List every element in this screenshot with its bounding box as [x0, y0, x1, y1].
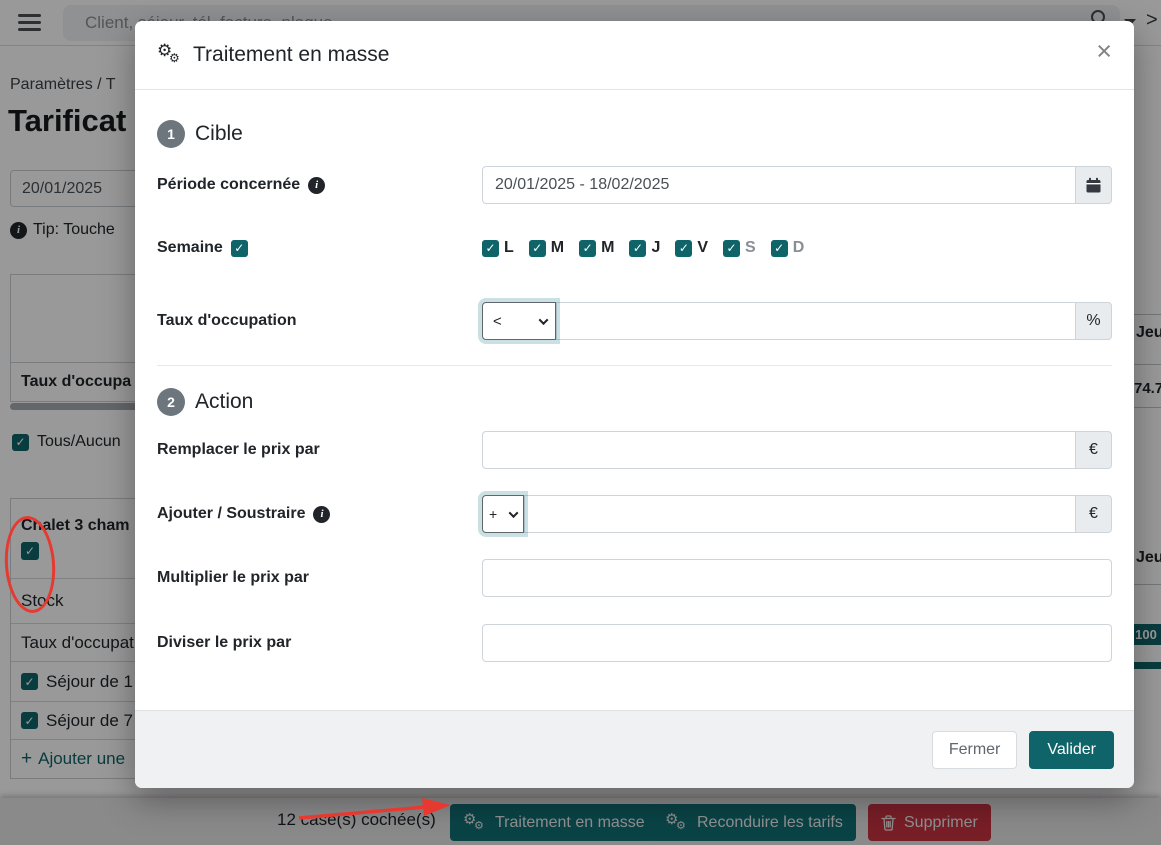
modal-footer: Fermer Valider [135, 710, 1134, 788]
multiplier-row: Multiplier le prix par [157, 559, 1112, 597]
diviser-label: Diviser le prix par [157, 634, 291, 652]
gears-icon: ⚙⚙ [157, 44, 184, 66]
semaine-label: Semaine [157, 239, 223, 257]
day-checkbox-M1[interactable] [529, 240, 546, 257]
ajouter-input[interactable] [524, 495, 1076, 533]
periode-label: Période concernée [157, 176, 300, 194]
close-icon[interactable]: × [1096, 38, 1112, 65]
weekday-checkbox-group: L M M J V S D [482, 239, 804, 257]
day-checkbox-J[interactable] [629, 240, 646, 257]
chevron-down-icon [539, 315, 549, 325]
periode-row: Période concernée i [157, 166, 1112, 204]
day-checkbox-D[interactable] [771, 240, 788, 257]
info-icon: i [313, 506, 330, 523]
section-number-badge: 2 [157, 388, 185, 416]
remplacer-input[interactable] [482, 431, 1076, 469]
section-action-heading: 2 Action [157, 388, 253, 416]
day-checkbox-V[interactable] [675, 240, 692, 257]
valider-button[interactable]: Valider [1029, 731, 1114, 769]
semaine-row: Semaine L M M J V S D [157, 229, 1112, 267]
screen: > Paramètres / T Tarificat i Tip: Touche… [0, 0, 1161, 845]
section-title: Action [195, 390, 253, 414]
euro-suffix: € [1075, 431, 1112, 469]
info-icon: i [308, 177, 325, 194]
remplacer-label: Remplacer le prix par [157, 441, 320, 459]
periode-input[interactable] [482, 166, 1076, 204]
diviser-row: Diviser le prix par [157, 624, 1112, 662]
ajouter-operator-select[interactable]: + [482, 495, 524, 533]
modal-header: ⚙⚙ Traitement en masse × [135, 21, 1134, 90]
ajouter-row: Ajouter / Soustraire i + € [157, 495, 1112, 533]
taux-label: Taux d'occupation [157, 312, 297, 330]
chevron-down-icon [509, 508, 519, 518]
euro-suffix: € [1075, 495, 1112, 533]
day-checkbox-M2[interactable] [579, 240, 596, 257]
multiplier-label: Multiplier le prix par [157, 569, 309, 587]
taux-operator-select[interactable]: < [482, 302, 556, 340]
day-checkbox-S[interactable] [723, 240, 740, 257]
remplacer-row: Remplacer le prix par € [157, 431, 1112, 469]
taux-value-input[interactable] [556, 302, 1076, 340]
fermer-button[interactable]: Fermer [932, 731, 1018, 769]
taux-row: Taux d'occupation < % [157, 302, 1112, 340]
section-divider [157, 365, 1112, 366]
calendar-icon[interactable] [1075, 166, 1112, 204]
diviser-input[interactable] [482, 624, 1112, 662]
multiplier-input[interactable] [482, 559, 1112, 597]
bulk-process-modal: ⚙⚙ Traitement en masse × 1 Cible Période… [135, 21, 1134, 788]
semaine-checkbox[interactable] [231, 240, 248, 257]
section-number-badge: 1 [157, 120, 185, 148]
percent-suffix: % [1075, 302, 1112, 340]
section-title: Cible [195, 122, 243, 146]
day-checkbox-L[interactable] [482, 240, 499, 257]
modal-title: Traitement en masse [193, 43, 389, 67]
section-cible-heading: 1 Cible [157, 120, 243, 148]
ajouter-label: Ajouter / Soustraire [157, 505, 305, 523]
